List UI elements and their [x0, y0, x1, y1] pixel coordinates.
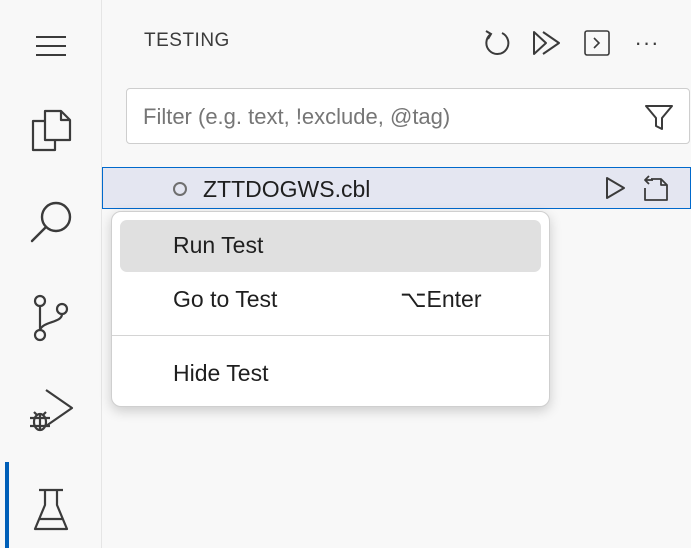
run-debug-icon[interactable]: [25, 384, 77, 436]
menu-item-hide-test[interactable]: Hide Test: [120, 348, 541, 400]
active-indicator: [5, 462, 9, 548]
context-menu: Run Test Go to Test ⌥Enter Hide Test: [111, 211, 550, 407]
row-actions: [599, 172, 679, 204]
testing-icon[interactable]: [25, 484, 77, 536]
menu-item-label: Go to Test: [173, 286, 278, 312]
go-to-test-icon[interactable]: [639, 172, 671, 204]
sidebar-title: TESTING: [144, 30, 230, 51]
header-actions: ···: [480, 26, 680, 60]
vscode-window: TESTING ··· Filter (e.g. text, !exclude,…: [0, 0, 691, 548]
filter-icon[interactable]: [643, 101, 675, 133]
menu-item-shortcut: ⌥Enter: [400, 286, 482, 312]
menu-item-go-to-test[interactable]: Go to Test ⌥Enter: [120, 274, 541, 326]
refresh-icon[interactable]: [480, 26, 514, 60]
run-test-icon[interactable]: [599, 172, 631, 204]
test-item-label: ZTTDOGWS.cbl: [203, 176, 371, 202]
explorer-icon[interactable]: [25, 104, 77, 156]
run-all-icon[interactable]: [530, 26, 564, 60]
menu-item-label: Run Test: [173, 232, 264, 258]
menu-item-run-test[interactable]: Run Test: [120, 220, 541, 272]
test-status-unrun-icon: [173, 182, 187, 196]
filter-input[interactable]: [141, 89, 615, 145]
terminal-icon[interactable]: [580, 26, 614, 60]
test-item[interactable]: ZTTDOGWS.cbl: [102, 167, 691, 209]
more-icon[interactable]: ···: [630, 26, 664, 60]
more-icon-dots: ···: [634, 30, 660, 55]
search-icon[interactable]: [25, 196, 77, 248]
menu-separator: [112, 335, 549, 336]
menu-icon[interactable]: [25, 20, 77, 72]
filter-field[interactable]: [126, 88, 690, 145]
activity-bar: [0, 0, 102, 548]
menu-item-label: Hide Test: [173, 360, 269, 386]
source-control-icon[interactable]: [25, 292, 77, 344]
